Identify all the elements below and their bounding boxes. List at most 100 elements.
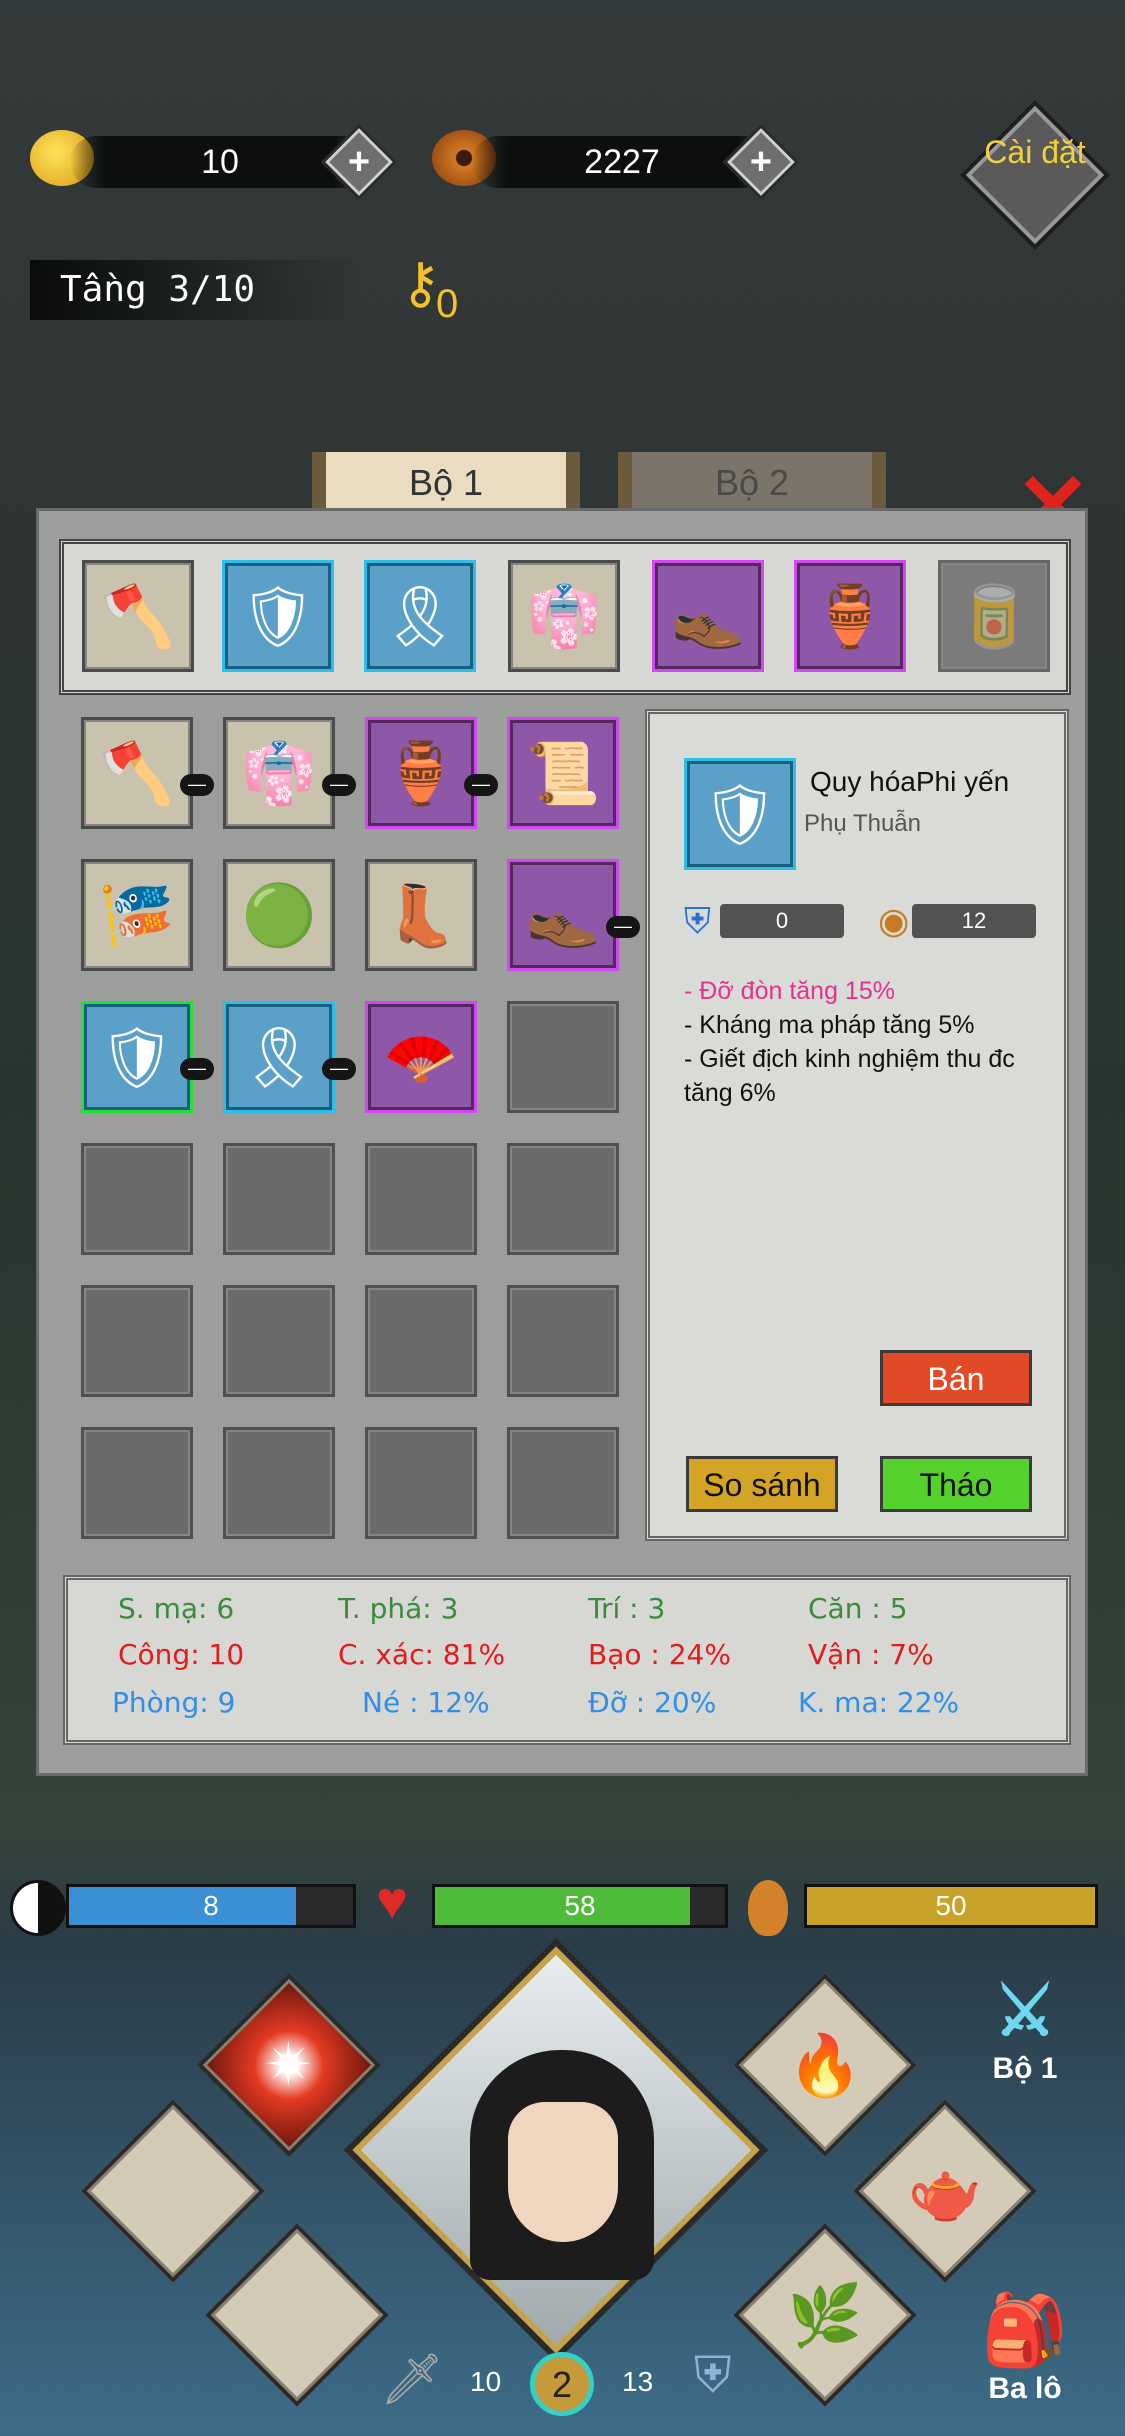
round-shield-icon: 🛡 (239, 582, 317, 650)
hero-defense: 13 (622, 2366, 654, 2397)
stat-break: T. phá: 3 (338, 1592, 459, 1625)
item-effect-line: - Đỡ đòn tăng 15% (684, 977, 895, 1005)
round-shield-icon: 🛡 (98, 1023, 176, 1091)
backpack-icon: 🎒 (981, 2291, 1069, 2369)
item-defense-value: 0 (720, 904, 844, 938)
boot-icon: 👢 (383, 881, 459, 949)
key-count: 0 (436, 282, 459, 326)
axe-icon: 🪓 (99, 739, 175, 807)
equipment-set-button[interactable]: ⚔ Bộ 1 (950, 1970, 1100, 2086)
sword-icon: 🗡 (380, 2351, 444, 2407)
unequipped-badge: — (322, 774, 356, 796)
inventory-slot[interactable]: 👞 — (507, 859, 640, 971)
inventory-slot-selected[interactable]: 🛡 — (81, 1001, 214, 1113)
item-effect-line: - Kháng ma pháp tăng 5% (684, 1011, 975, 1039)
unequipped-badge: — (180, 774, 214, 796)
inventory-slot-empty[interactable] (507, 1143, 619, 1255)
robe-icon: 👘 (241, 739, 317, 807)
bracer-icon: 🥫 (956, 582, 1032, 650)
inventory-slot-empty[interactable] (507, 1285, 619, 1397)
inventory-slot[interactable]: 🪓 — (81, 717, 214, 829)
backpack-button[interactable]: 🎒 Ba lô (950, 2290, 1100, 2406)
inventory-slot-empty[interactable] (81, 1143, 193, 1255)
inventory-slot[interactable]: 🪭 (365, 1001, 477, 1113)
heart-icon: ♥ (376, 1871, 409, 1931)
stat-block: Đỡ : 20% (588, 1686, 717, 1719)
stat-defense: Phòng: 9 (112, 1686, 236, 1719)
hero-portrait[interactable] (343, 1937, 769, 2363)
inventory-slot-empty[interactable] (507, 1001, 619, 1113)
purple-flame-icon: 🔥 (787, 2031, 863, 2099)
skill-slot-empty[interactable] (81, 2099, 265, 2283)
equipment-set-label: Bộ 1 (992, 2052, 1058, 2085)
coin-icon: ◉ (878, 900, 910, 941)
gourd-icon (748, 1880, 788, 1936)
inventory-slot-empty[interactable] (365, 1143, 477, 1255)
item-detail-panel: 🛡 Quy hóaPhi yến Phụ Thuẫn ⛨ 0 ◉ 12 - Đỡ… (645, 709, 1069, 1541)
food-bar: 50 (804, 1884, 1098, 1928)
settings-frame (960, 100, 1110, 250)
stat-intellect: Trí : 3 (588, 1592, 666, 1625)
sell-button[interactable]: Bán (880, 1350, 1032, 1406)
item-effect-line: - Giết địch kinh nghiệm thu đc tăng 6% (684, 1045, 1015, 1107)
equipped-slots: 🪓 🛡 🎗 👘 👞 🏺 🥫 (59, 539, 1071, 695)
round-shield-icon: 🛡 (701, 780, 779, 848)
inventory-slot-empty[interactable] (223, 1143, 335, 1255)
inventory-slot-empty[interactable] (365, 1427, 477, 1539)
equipped-belt-slot[interactable]: 🎗 (364, 560, 476, 672)
burst-icon: ✴ (263, 2031, 315, 2098)
stat-root: Căn : 5 (808, 1592, 908, 1625)
stat-luck: Vận : 7% (808, 1638, 934, 1671)
skill-slot-burst[interactable]: ✴ (197, 1973, 381, 2157)
unequipped-badge: — (606, 916, 640, 938)
inventory-slot[interactable]: 🟢 (223, 859, 335, 971)
equipped-shield-slot[interactable]: 🛡 (222, 560, 334, 672)
stat-strength: S. mạ: 6 (118, 1592, 235, 1625)
unequipped-badge: — (464, 774, 498, 796)
belt-icon: 🎗 (240, 1023, 318, 1091)
key-icon: ⚷ (400, 251, 442, 314)
unequip-button[interactable]: Tháo (880, 1456, 1032, 1512)
mana-value: 8 (203, 1890, 219, 1921)
pot-icon: 🫖 (907, 2157, 983, 2225)
leaf-icon: 🌿 (787, 2281, 863, 2349)
hero-skin (508, 2102, 618, 2242)
hero-attack: 10 (470, 2366, 502, 2397)
settings-button[interactable]: Cài đặt (960, 100, 1110, 250)
tab-set-2[interactable]: Bộ 2 (618, 452, 886, 514)
equipped-armor-slot[interactable]: 👘 (508, 560, 620, 672)
inventory-slot-empty[interactable] (223, 1285, 335, 1397)
inventory-slot-empty[interactable] (365, 1285, 477, 1397)
inventory-slot[interactable]: 👘 — (223, 717, 356, 829)
stat-dodge: Né : 12% (362, 1686, 490, 1719)
compare-button[interactable]: So sánh (686, 1456, 838, 1512)
hero-level: 2 (530, 2352, 594, 2416)
inventory-slot-empty[interactable] (223, 1427, 335, 1539)
equipped-accessory-slot[interactable]: 🥫 (938, 560, 1050, 672)
stat-magic-resist: K. ma: 22% (798, 1686, 960, 1719)
item-name: Quy hóaPhi yến (810, 766, 1010, 797)
inventory-slot[interactable]: 🏺 — (365, 717, 498, 829)
settings-label: Cài đặt (984, 134, 1086, 170)
shoe-icon: 👞 (525, 881, 601, 949)
skill-slot-empty[interactable] (205, 2223, 389, 2407)
equipped-weapon-slot[interactable]: 🪓 (82, 560, 194, 672)
shoe-icon: 👞 (670, 582, 746, 650)
inventory-slot-empty[interactable] (81, 1285, 193, 1397)
axe-icon: 🪓 (100, 582, 176, 650)
inventory-slot[interactable]: 📜 (507, 717, 619, 829)
tab-set-1[interactable]: Bộ 1 (312, 452, 580, 514)
item-price-value: 12 (912, 904, 1036, 938)
inventory-slot[interactable]: 🎗 — (223, 1001, 356, 1113)
inventory-slot[interactable]: 🎏 (81, 859, 193, 971)
inventory-slot-empty[interactable] (81, 1427, 193, 1539)
inventory-slot[interactable]: 👢 (365, 859, 477, 971)
unequipped-badge: — (322, 1058, 356, 1080)
fan-icon: 🪭 (383, 1023, 459, 1091)
unequipped-badge: — (180, 1058, 214, 1080)
banner-icon: 🎏 (99, 881, 175, 949)
equipped-seal-slot[interactable]: 🏺 (794, 560, 906, 672)
mana-bar: 8 (66, 1884, 356, 1928)
equipped-boots-slot[interactable]: 👞 (652, 560, 764, 672)
inventory-slot-empty[interactable] (507, 1427, 619, 1539)
